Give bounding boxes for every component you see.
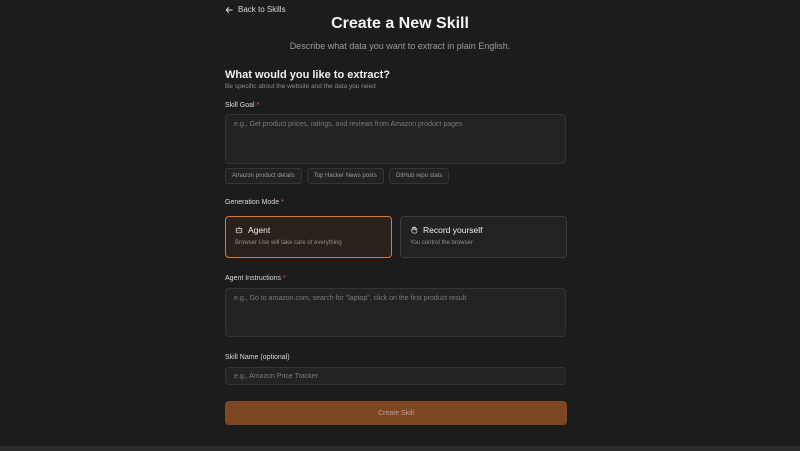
generation-mode-label-text: Generation Mode [225,199,280,206]
mode-agent-description: Browser Use will take care of everything [235,240,342,246]
skill-goal-label-text: Skill Goal [225,102,255,109]
robot-icon [235,226,243,234]
skill-name-input[interactable] [225,367,566,385]
example-chips: Amazon product details Top Hacker News p… [225,168,450,184]
required-mark: * [256,102,260,109]
hand-icon [410,226,418,234]
mode-card-record[interactable]: Record yourself You control the browser [400,216,567,258]
back-to-skills-link[interactable]: Back to Skills [225,5,286,14]
back-link-label: Back to Skills [238,5,286,14]
required-mark: * [283,275,286,282]
skill-goal-placeholder: e.g., Get product prices, ratings, and r… [234,121,463,128]
mode-record-description: You control the browser [410,240,473,246]
example-chip-hacker-news[interactable]: Top Hacker News posts [306,168,384,184]
mode-record-title: Record yourself [423,225,483,235]
example-chip-github[interactable]: GitHub repo stats [388,168,450,184]
skill-name-label: Skill Name (optional) [225,354,290,361]
mode-card-agent[interactable]: Agent Browser Use will take care of ever… [225,216,392,258]
mode-card-agent-head: Agent [235,225,382,235]
skill-goal-label: Skill Goal * [225,102,259,109]
page-title: Create a New Skill [331,15,469,32]
create-skill-button[interactable]: Create Skill [225,401,567,425]
section-hint: Be specific about the website and the da… [225,83,376,90]
section-title: What would you like to extract? [225,69,391,81]
agent-instructions-placeholder: e.g., Go to amazon.com, search for "lapt… [234,295,467,302]
page-subtitle: Describe what data you want to extract i… [289,41,511,51]
arrow-left-icon [225,6,233,13]
agent-instructions-label: Agent Instructions * [225,275,286,282]
create-skill-page: Back to Skills Create a New Skill Descri… [0,0,800,451]
required-mark: * [281,199,284,206]
skill-goal-input[interactable]: e.g., Get product prices, ratings, and r… [225,114,566,164]
mode-agent-title: Agent [248,225,271,235]
mode-card-record-head: Record yourself [410,225,557,235]
example-chip-amazon[interactable]: Amazon product details [225,168,302,184]
agent-instructions-input[interactable]: e.g., Go to amazon.com, search for "lapt… [225,288,566,337]
generation-mode-label: Generation Mode * [225,199,284,206]
agent-instructions-label-text: Agent Instructions [225,275,282,282]
bottom-scroll-bar [0,446,800,451]
